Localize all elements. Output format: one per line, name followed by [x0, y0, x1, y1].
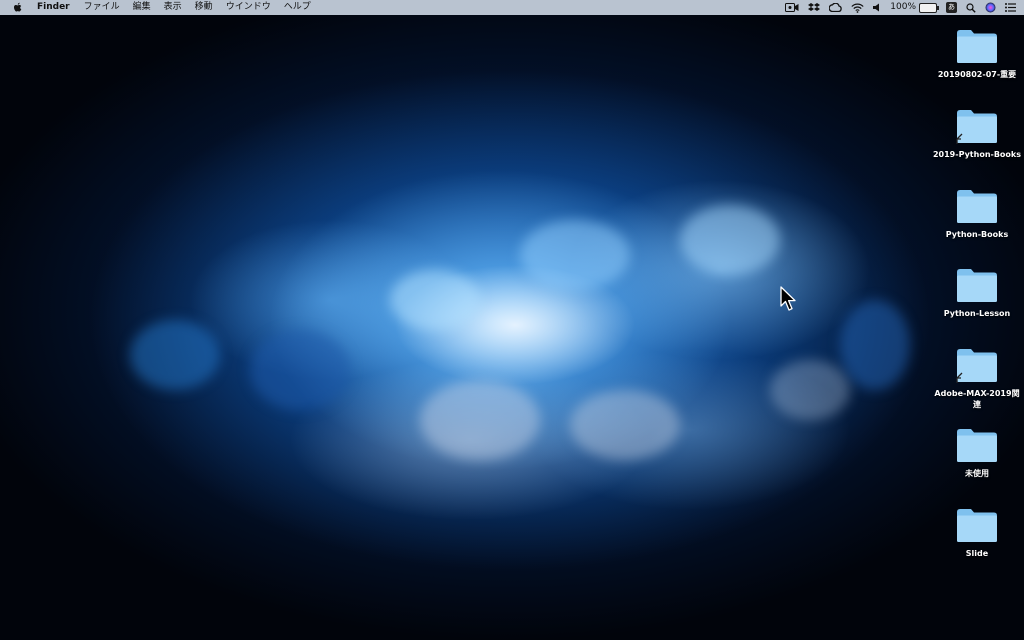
folder-label: Python-Lesson [943, 309, 1011, 318]
wallpaper-cloud [420, 380, 540, 460]
desktop-folder-alias[interactable]: 2019-Python-Books [930, 107, 1024, 160]
wallpaper-cloud [130, 320, 220, 390]
wallpaper-cloud [770, 360, 850, 420]
folder-label: Adobe-MAX-2019関連 [934, 389, 1020, 409]
folder-label: 未使用 [965, 469, 989, 478]
desktop[interactable] [0, 0, 1024, 640]
wallpaper-cloud [570, 390, 680, 460]
spotlight-search-icon[interactable] [966, 0, 976, 15]
wifi-icon[interactable] [851, 0, 864, 15]
input-method-icon[interactable]: あ [946, 2, 957, 13]
menu-go[interactable]: 移動 [195, 0, 213, 15]
notification-center-icon[interactable] [1005, 0, 1016, 15]
dropbox-icon[interactable] [808, 0, 821, 15]
battery-percent[interactable]: 100% [890, 0, 916, 15]
menu-view[interactable]: 表示 [164, 0, 182, 15]
creative-cloud-icon[interactable] [829, 0, 843, 15]
siri-icon[interactable] [985, 0, 996, 15]
folder-label: Python-Books [945, 230, 1009, 239]
menu-bar: Finder ファイル 編集 表示 移動 ウインドウ ヘルプ 100% あ [0, 0, 1024, 15]
volume-icon[interactable] [873, 0, 881, 15]
folder-icon [957, 429, 997, 462]
folder-icon [957, 509, 997, 542]
menu-help[interactable]: ヘルプ [284, 0, 311, 15]
desktop-folder[interactable]: 未使用 [930, 426, 1024, 479]
wallpaper-cloud [840, 300, 910, 390]
folder-icon [956, 349, 997, 383]
menu-window[interactable]: ウインドウ [226, 0, 271, 15]
desktop-folder[interactable]: Python-Books [930, 187, 1024, 240]
folder-label: Slide [965, 549, 989, 558]
wallpaper-cloud [390, 270, 480, 330]
menu-file[interactable]: ファイル [84, 0, 120, 15]
desktop-folder[interactable]: Python-Lesson [930, 266, 1024, 319]
apple-menu-icon[interactable] [13, 2, 25, 13]
wallpaper-cloud [680, 205, 780, 275]
folder-label: 20190802-07-重要 [937, 70, 1017, 79]
menu-app-finder[interactable]: Finder [37, 0, 70, 15]
folder-icon [956, 110, 997, 144]
desktop-folder[interactable]: Slide [930, 506, 1024, 559]
folder-icon [957, 30, 997, 63]
menu-edit[interactable]: 編集 [133, 0, 151, 15]
battery-icon[interactable] [919, 2, 939, 13]
screen-record-icon[interactable] [785, 0, 799, 15]
desktop-folder-alias[interactable]: Adobe-MAX-2019関連 [930, 346, 1024, 410]
wallpaper-cloud [250, 330, 350, 410]
wallpaper-cloud [520, 220, 630, 290]
desktop-folder[interactable]: 20190802-07-重要 [930, 27, 1024, 80]
mouse-pointer-icon [780, 286, 796, 311]
folder-icon [957, 190, 997, 223]
folder-label: 2019-Python-Books [932, 150, 1021, 159]
folder-icon [957, 269, 997, 302]
